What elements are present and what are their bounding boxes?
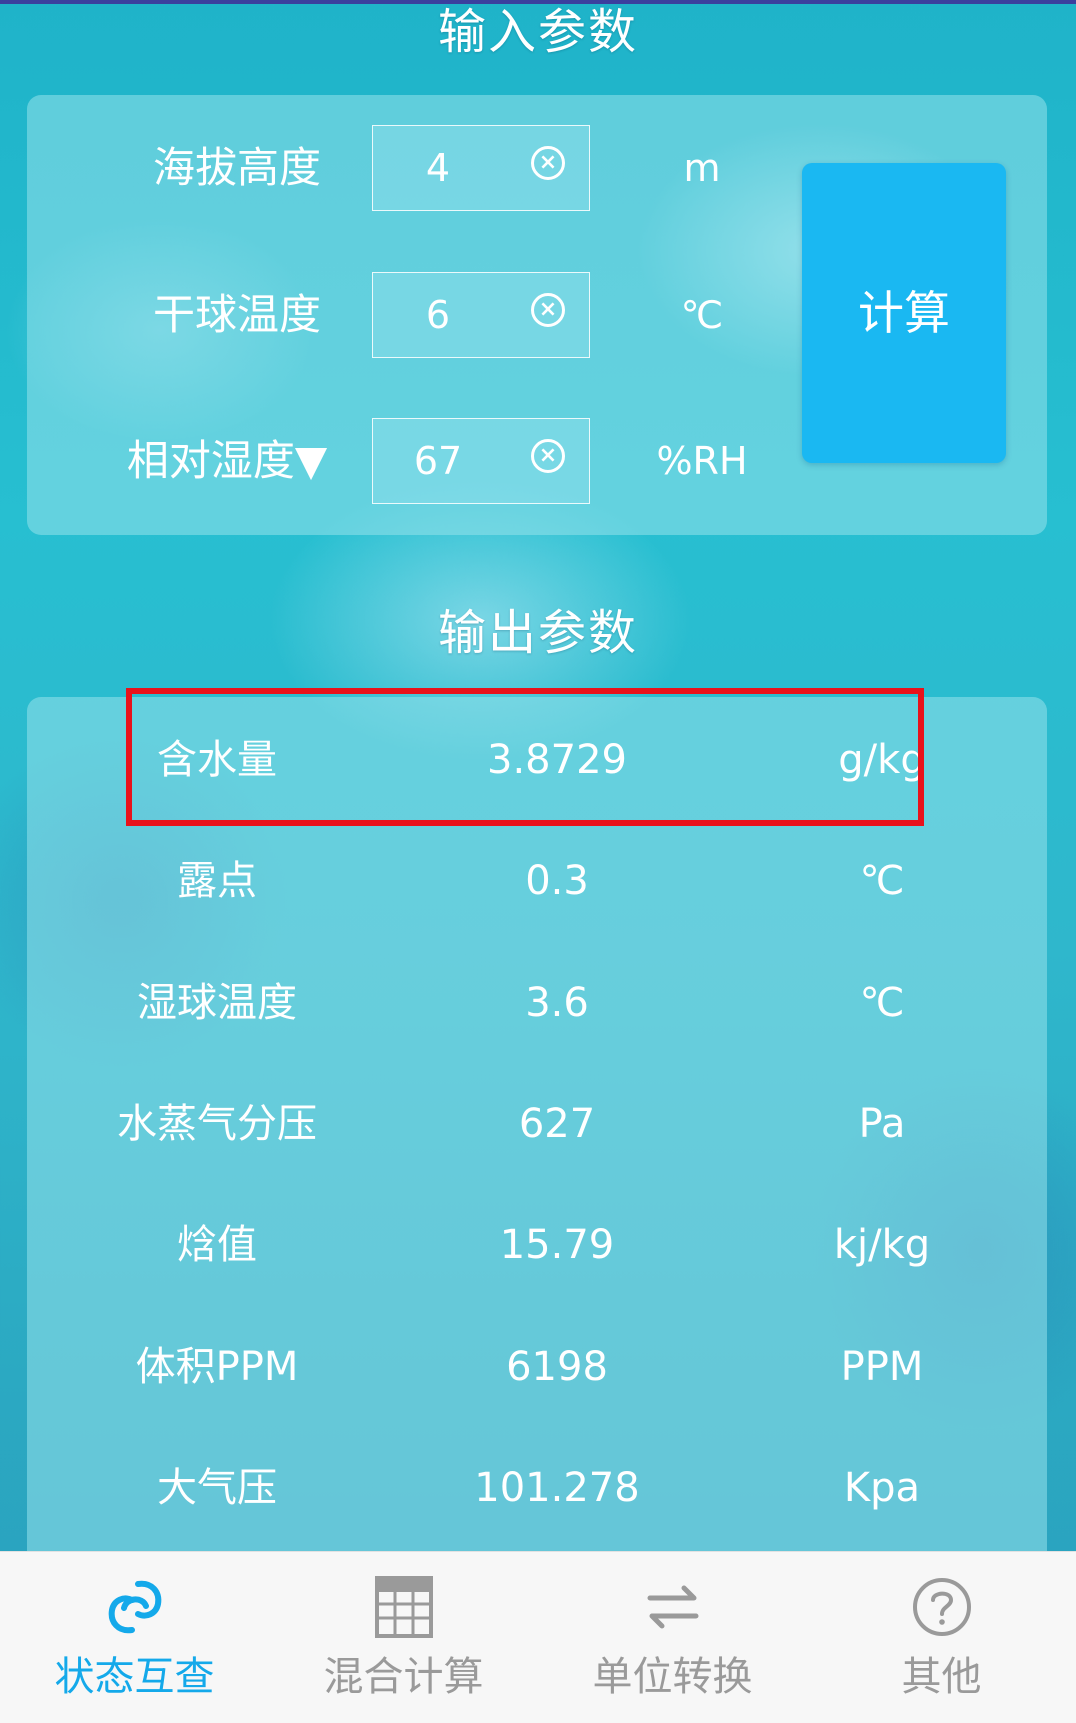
- output-value: 0.3: [525, 858, 589, 904]
- input-row-dry-bulb: 干球温度 6 × ℃: [27, 272, 807, 358]
- output-row-dew-point: 露点 0.3 ℃: [27, 831, 1047, 931]
- calculator-grid-icon: [375, 1576, 433, 1638]
- input-section-title: 输入参数: [437, 4, 638, 60]
- output-row-volume-ppm: 体积PPM 6198 PPM: [27, 1317, 1047, 1417]
- calculate-button[interactable]: 计算: [802, 163, 1006, 463]
- dry-bulb-value[interactable]: 6: [373, 273, 503, 357]
- output-row-vapor-pressure: 水蒸气分压 627 Pa: [27, 1074, 1047, 1174]
- humidity-value[interactable]: 67: [373, 419, 503, 503]
- humidity-unit: %RH: [656, 439, 748, 483]
- altitude-unit: m: [683, 146, 721, 190]
- nav-label: 其他: [901, 1654, 982, 1700]
- link-loop-icon: [108, 1580, 162, 1634]
- output-label: 焓值: [177, 1222, 257, 1268]
- swap-arrows-icon: [647, 1585, 699, 1629]
- nav-item-mix-calc[interactable]: 混合计算: [269, 1552, 538, 1723]
- altitude-field[interactable]: 4 ×: [372, 125, 590, 211]
- output-value: 101.278: [474, 1465, 640, 1511]
- output-row-wet-bulb: 湿球温度 3.6 ℃: [27, 953, 1047, 1053]
- humidity-field[interactable]: 67 ×: [372, 418, 590, 504]
- input-row-humidity: 相对湿度▼ 67 × %RH: [27, 418, 807, 504]
- dry-bulb-unit: ℃: [680, 293, 724, 337]
- output-label: 大气压: [157, 1465, 277, 1511]
- nav-item-unit-convert[interactable]: 单位转换: [538, 1552, 807, 1723]
- output-row-atmospheric-pressure: 大气压 101.278 Kpa: [27, 1438, 1047, 1538]
- output-value: 3.6: [525, 980, 589, 1026]
- highlight-box: [126, 688, 924, 826]
- input-row-altitude: 海拔高度 4 × m: [27, 125, 807, 211]
- clear-icon[interactable]: ×: [531, 146, 565, 180]
- output-unit: ℃: [859, 858, 905, 904]
- help-circle-icon: [913, 1578, 971, 1636]
- dry-bulb-field[interactable]: 6 ×: [372, 272, 590, 358]
- output-unit: Kpa: [843, 1465, 921, 1511]
- output-unit: Pa: [858, 1101, 906, 1147]
- output-unit: PPM: [840, 1344, 924, 1390]
- nav-label: 状态互查: [54, 1654, 215, 1700]
- altitude-label: 海拔高度: [152, 143, 321, 192]
- output-label: 露点: [177, 858, 257, 904]
- clear-icon[interactable]: ×: [531, 293, 565, 327]
- dry-bulb-label: 干球温度: [152, 290, 321, 339]
- output-label: 湿球温度: [137, 980, 297, 1026]
- output-unit: ℃: [859, 980, 905, 1026]
- output-row-enthalpy: 焓值 15.79 kj/kg: [27, 1195, 1047, 1295]
- input-panel: 海拔高度 4 × m 干球温度 6 × ℃ 相对湿度▼ 67 × %RH 计算: [27, 95, 1047, 535]
- output-value: 627: [518, 1101, 596, 1147]
- output-label: 水蒸气分压: [117, 1101, 317, 1147]
- humidity-type-dropdown[interactable]: 相对湿度▼: [67, 418, 387, 504]
- output-section-title: 输出参数: [437, 605, 638, 661]
- output-label: 体积PPM: [135, 1344, 299, 1390]
- clear-icon[interactable]: ×: [531, 439, 565, 473]
- nav-label: 混合计算: [323, 1654, 484, 1700]
- nav-item-other[interactable]: 其他: [807, 1552, 1076, 1723]
- output-unit: kj/kg: [833, 1222, 931, 1268]
- nav-item-state-lookup[interactable]: 状态互查: [0, 1552, 269, 1723]
- output-panel: 含水量 3.8729 g/kg 露点 0.3 ℃ 湿球温度 3.6 ℃ 水蒸气分…: [27, 697, 1047, 1557]
- output-value: 15.79: [499, 1222, 615, 1268]
- output-value: 6198: [506, 1344, 608, 1390]
- nav-label: 单位转换: [592, 1654, 753, 1700]
- bottom-nav: 状态互查 混合计算 单位转换 其他: [0, 1551, 1076, 1723]
- altitude-value[interactable]: 4: [373, 126, 503, 210]
